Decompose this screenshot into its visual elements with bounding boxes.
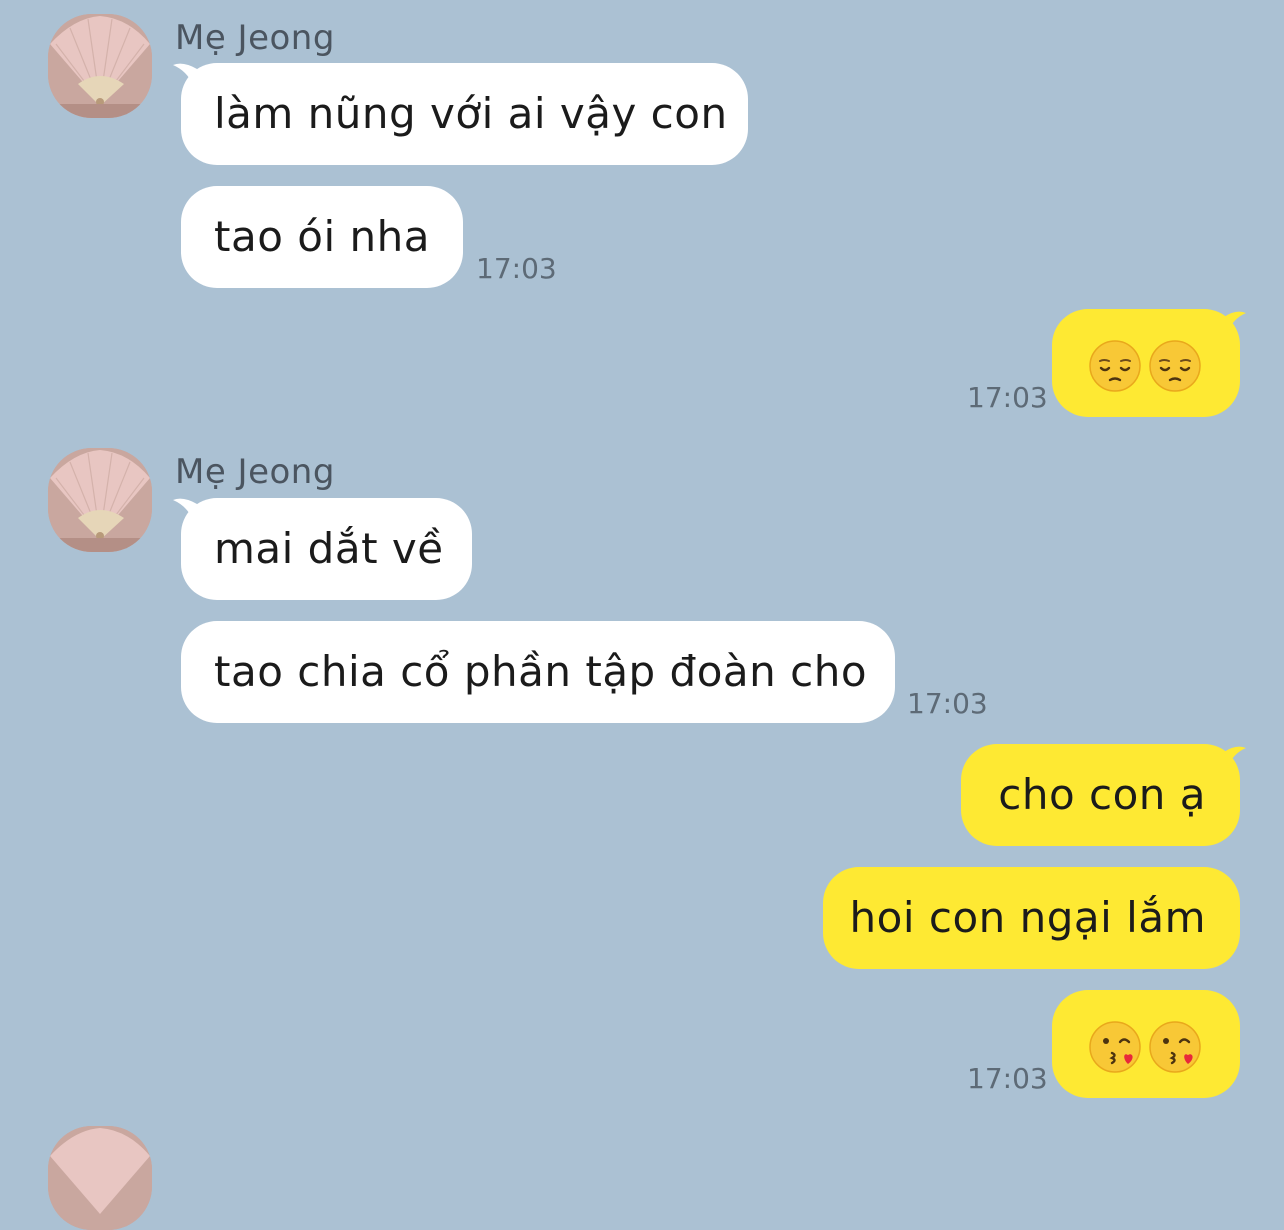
incoming-message-bubble[interactable]: tao ói nha [181,186,463,288]
message-timestamp: 17:03 [476,252,557,285]
outgoing-emoji-bubble[interactable] [1052,990,1240,1098]
message-text: mai dắt về [214,524,444,573]
message-timestamp: 17:03 [907,687,988,720]
bubble-tail-icon [173,63,197,85]
bubble-tail-icon [1224,746,1246,768]
bubble-tail-icon [1224,311,1246,333]
incoming-message-bubble[interactable]: tao chia cổ phần tập đoàn cho [181,621,895,723]
message-text: tao ói nha [214,212,430,261]
message-text: cho con ạ [998,770,1206,819]
bubble-tail-icon [173,498,197,520]
pensive-face-icon [1149,340,1201,392]
incoming-message-bubble[interactable]: mai dắt về [173,498,472,600]
chat-thread[interactable]: Mẹ Jeong làm nũng với ai vậy con tao ói … [0,0,1284,1230]
incoming-message-bubble[interactable]: làm nũng với ai vậy con [173,63,748,165]
message-timestamp: 17:03 [967,381,1048,414]
contact-avatar[interactable] [48,448,152,552]
message-text: hoi con ngại lắm [849,893,1206,942]
outgoing-emoji-bubble[interactable] [1052,309,1246,417]
sender-name: Mẹ Jeong [175,18,335,58]
outgoing-message-bubble[interactable]: hoi con ngại lắm [823,867,1240,969]
outgoing-message-bubble[interactable]: cho con ạ [961,744,1246,846]
face-blowing-kiss-icon [1089,1021,1141,1073]
sender-name: Mẹ Jeong [175,452,335,492]
message-timestamp: 17:03 [967,1062,1048,1095]
face-blowing-kiss-icon [1149,1021,1201,1073]
message-text: làm nũng với ai vậy con [214,89,728,138]
contact-avatar[interactable] [48,1126,152,1230]
message-text: tao chia cổ phần tập đoàn cho [214,647,868,696]
contact-avatar[interactable] [48,14,152,118]
pensive-face-icon [1089,340,1141,392]
